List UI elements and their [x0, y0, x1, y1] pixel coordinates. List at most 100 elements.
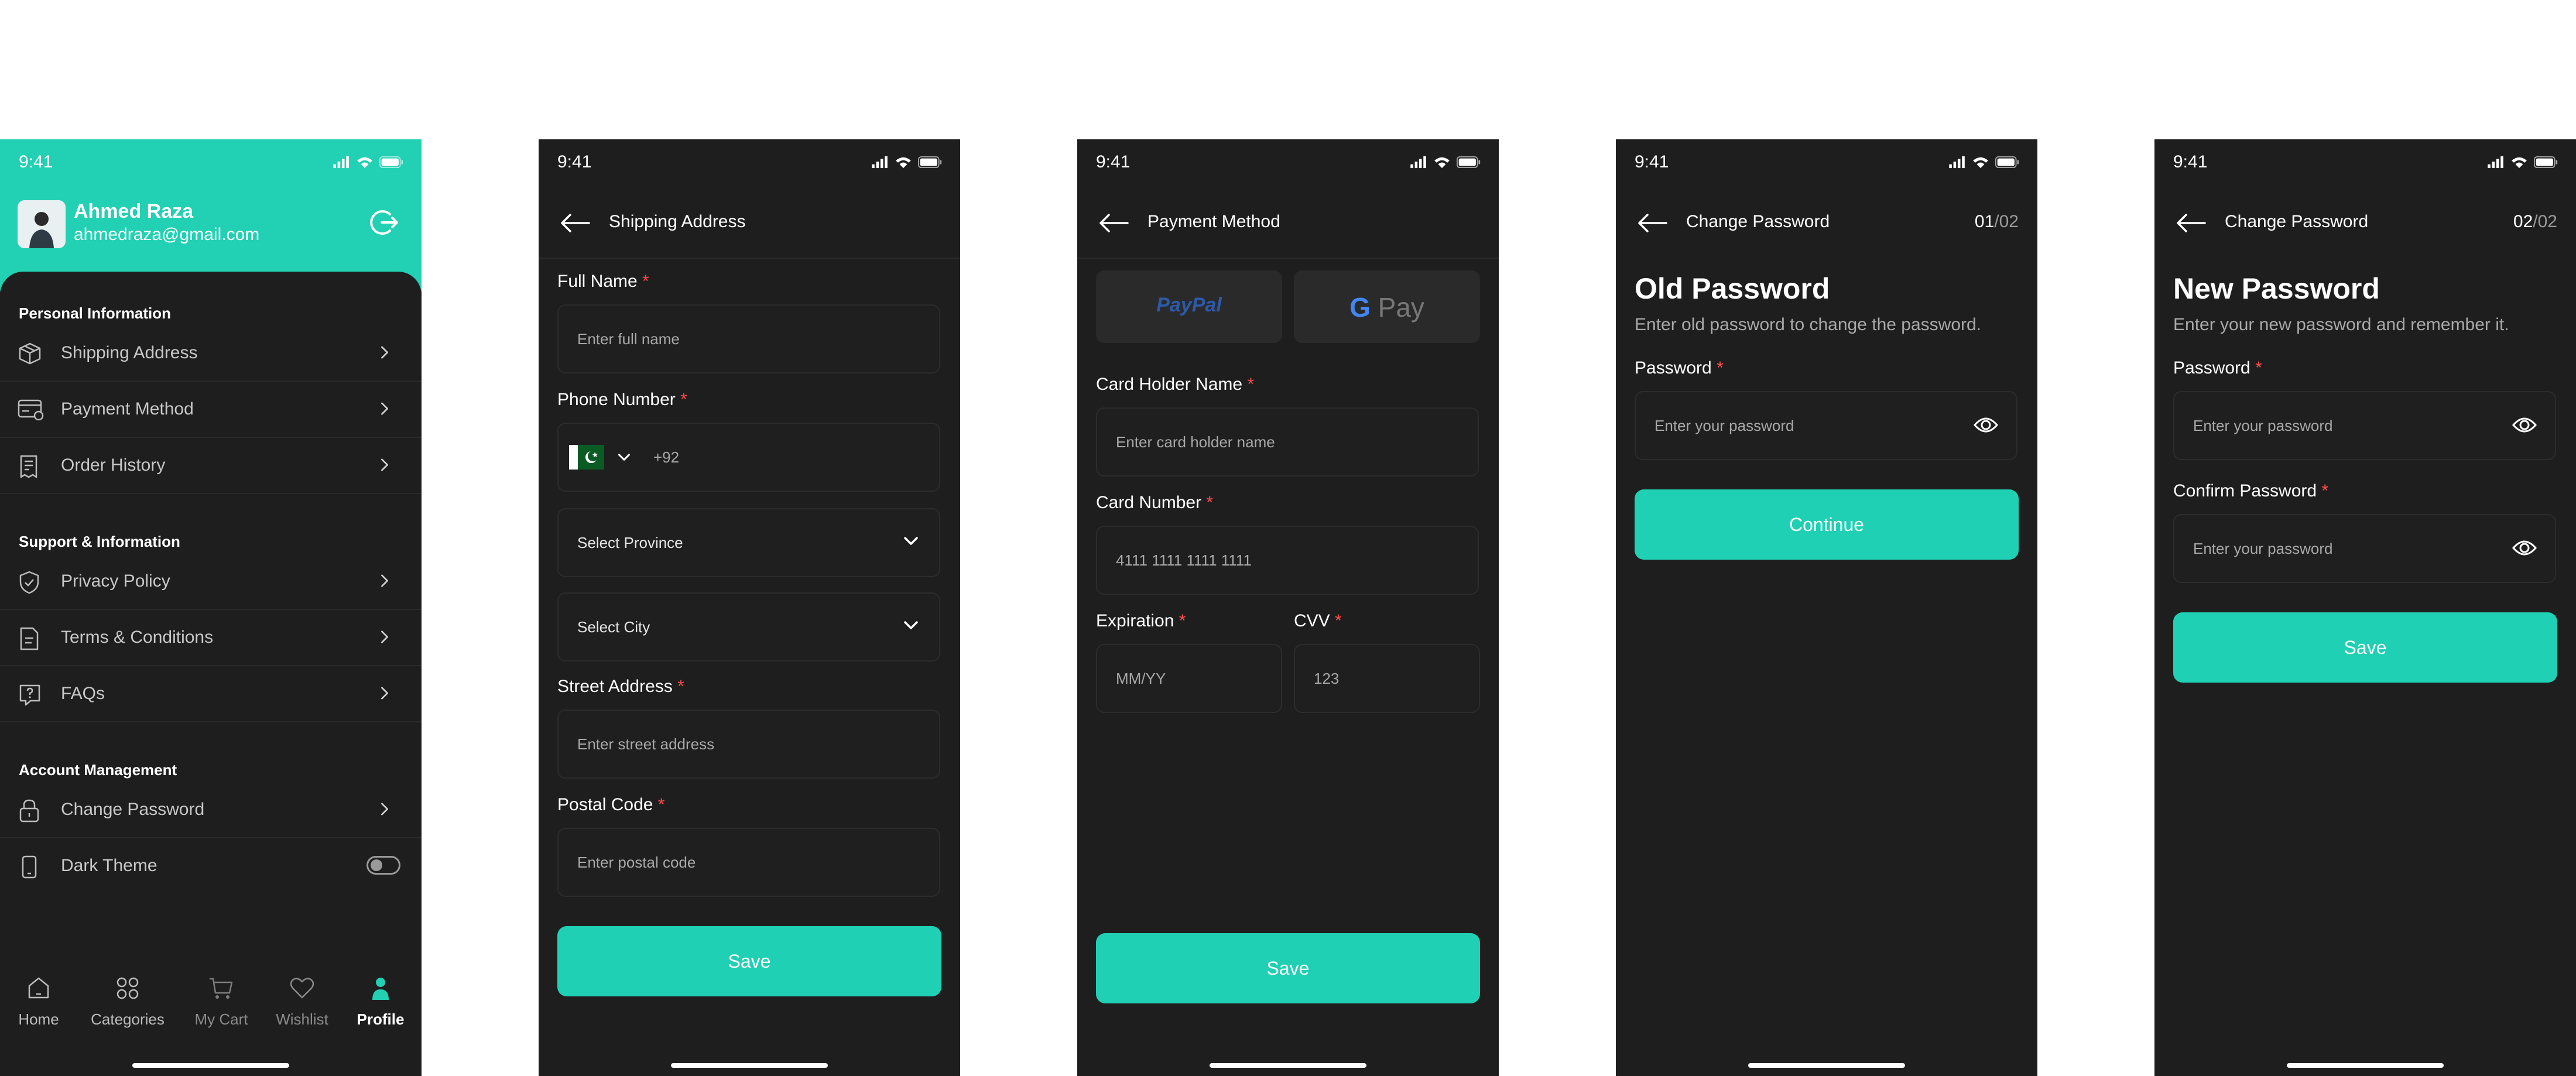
home-indicator — [132, 1063, 289, 1068]
nav-header: Change Password 02/02 — [2154, 190, 2576, 258]
heading: New Password — [2173, 272, 2380, 305]
paypal-logo: PayPal — [1156, 294, 1222, 316]
menu-item-order-history[interactable]: Order History — [0, 437, 422, 494]
heart-icon — [290, 978, 314, 999]
section-title: Support & Information — [19, 533, 180, 550]
city-select[interactable]: Select City — [557, 592, 940, 662]
full-name-label: Full Name * — [557, 272, 649, 291]
section-title: Personal Information — [19, 304, 172, 322]
nav-header: Shipping Address — [539, 190, 960, 259]
signal-icon — [1410, 156, 1427, 169]
confirm-password-label: Confirm Password * — [2173, 481, 2329, 501]
status-bar: 9:41 — [539, 139, 960, 190]
chevron-right-icon — [378, 573, 391, 589]
back-arrow-icon[interactable] — [2176, 213, 2206, 233]
card-number-input[interactable]: 4111 1111 1111 1111 — [1096, 526, 1479, 595]
country-code: +92 — [653, 448, 680, 466]
dark-theme-toggle[interactable] — [366, 856, 400, 875]
tab-my-cart[interactable]: My Cart — [180, 974, 262, 1028]
chevron-down-icon[interactable] — [617, 452, 631, 462]
section-title: Account Management — [19, 761, 177, 779]
home-icon — [28, 977, 49, 999]
signal-icon — [2487, 156, 2505, 169]
card-holder-input[interactable]: Enter card holder name — [1096, 407, 1479, 477]
profile-name: Ahmed Raza — [74, 200, 194, 222]
password-input[interactable]: Enter your password — [1635, 391, 2017, 460]
postal-code-input[interactable]: Enter postal code — [557, 828, 940, 897]
profile-email: ahmedraza@gmail.com — [74, 225, 260, 244]
back-arrow-icon[interactable] — [1098, 213, 1129, 233]
status-bar: 9:41 — [1616, 139, 2037, 190]
home-indicator — [2287, 1063, 2444, 1068]
status-time: 9:41 — [557, 152, 592, 172]
tab-label: Home — [18, 1010, 59, 1028]
status-bar: 9:41 — [1077, 139, 1499, 190]
eye-icon[interactable] — [2512, 537, 2537, 558]
paypal-option[interactable]: PayPal — [1096, 270, 1282, 343]
battery-icon — [2534, 156, 2558, 169]
help-icon — [19, 684, 40, 706]
box-icon — [19, 342, 41, 365]
save-button[interactable]: Save — [2173, 612, 2557, 683]
eye-icon[interactable] — [2512, 414, 2537, 436]
shield-icon — [19, 571, 39, 594]
battery-icon — [1457, 156, 1481, 169]
chevron-right-icon — [378, 400, 391, 417]
phone-number-label: Phone Number * — [557, 390, 687, 409]
phone-number-input[interactable]: +92 — [557, 423, 940, 492]
subtitle: Enter your new password and remember it. — [2173, 315, 2509, 334]
tab-profile[interactable]: Profile — [340, 974, 422, 1028]
battery-icon — [1995, 156, 2020, 169]
wifi-icon — [2510, 156, 2528, 169]
postal-code-label: Postal Code * — [557, 795, 665, 814]
full-name-input[interactable]: Enter full name — [557, 304, 940, 373]
expiration-input[interactable]: MM/YY — [1096, 644, 1282, 713]
chevron-down-icon — [903, 619, 919, 631]
status-time: 9:41 — [1096, 152, 1131, 172]
street-address-input[interactable]: Enter street address — [557, 710, 940, 779]
receipt-icon — [20, 455, 37, 478]
phone-icon — [22, 855, 37, 879]
menu-item-shipping-address[interactable]: Shipping Address — [0, 324, 422, 382]
save-button[interactable]: Save — [1096, 933, 1480, 1003]
tab-categories[interactable]: Categories — [87, 974, 169, 1028]
card-holder-label: Card Holder Name * — [1096, 375, 1255, 394]
cart-icon — [210, 978, 233, 999]
menu-item-terms-conditions[interactable]: Terms & Conditions — [0, 609, 422, 666]
save-button[interactable]: Save — [557, 926, 941, 996]
status-time: 9:41 — [1635, 152, 1669, 172]
wifi-icon — [1972, 156, 1989, 169]
profile-menu: Personal Information Shipping Address Pa… — [0, 272, 422, 1076]
tab-home[interactable]: Home — [0, 974, 80, 1028]
tab-wishlist[interactable]: Wishlist — [261, 974, 343, 1028]
chevron-right-icon — [378, 344, 391, 361]
signal-icon — [871, 156, 889, 169]
menu-item-label: Terms & Conditions — [61, 628, 214, 647]
back-arrow-icon[interactable] — [1637, 213, 1667, 233]
home-indicator — [1748, 1063, 1905, 1068]
step-indicator: 02/02 — [2513, 212, 2557, 231]
menu-item-faqs[interactable]: FAQs — [0, 665, 422, 722]
cvv-input[interactable]: 123 — [1294, 644, 1480, 713]
tab-label: Profile — [357, 1010, 405, 1028]
province-select[interactable]: Select Province — [557, 508, 940, 577]
menu-item-payment-method[interactable]: Payment Method — [0, 381, 422, 438]
menu-item-change-password[interactable]: Change Password — [0, 781, 422, 838]
page-title: Payment Method — [1147, 212, 1280, 231]
home-indicator — [671, 1063, 828, 1068]
menu-item-privacy-policy[interactable]: Privacy Policy — [0, 553, 422, 610]
wifi-icon — [895, 156, 912, 169]
logout-icon[interactable] — [370, 208, 400, 237]
new-password-input[interactable]: Enter your password — [2173, 391, 2556, 460]
continue-button[interactable]: Continue — [1635, 489, 2019, 560]
back-arrow-icon[interactable] — [560, 213, 590, 233]
menu-item-label: Order History — [61, 455, 166, 475]
google-pay-option[interactable]: G Pay — [1294, 270, 1480, 343]
wifi-icon — [356, 156, 374, 169]
eye-icon[interactable] — [1973, 414, 1999, 436]
confirm-password-input[interactable]: Enter your password — [2173, 514, 2556, 583]
grid-icon — [117, 977, 139, 999]
signal-icon — [333, 156, 350, 169]
status-bar: 9:41 — [2154, 139, 2576, 190]
avatar[interactable] — [18, 200, 66, 248]
